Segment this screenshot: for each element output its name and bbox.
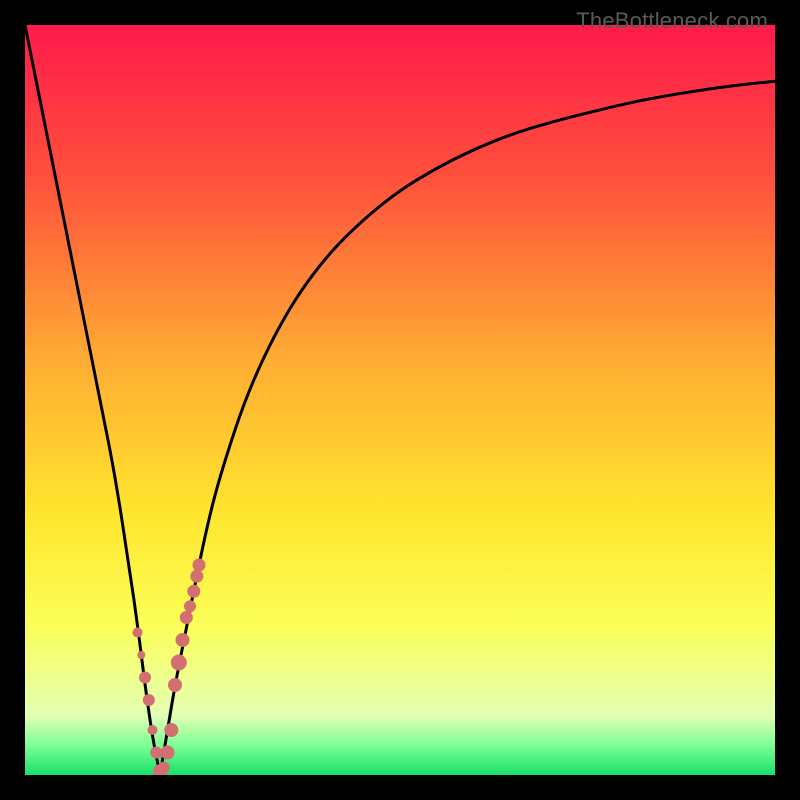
- marker-dot: [176, 633, 190, 647]
- marker-dot: [193, 559, 206, 572]
- marker-dot: [164, 723, 178, 737]
- plot-area: [25, 25, 775, 775]
- marker-dot: [184, 600, 196, 612]
- marker-dot: [187, 585, 200, 598]
- right-branch-curve: [160, 81, 775, 775]
- marker-dot: [148, 725, 158, 735]
- curves-svg: [25, 25, 775, 775]
- marker-dot: [158, 762, 170, 774]
- left-branch-curve: [25, 25, 160, 775]
- marker-dot: [137, 651, 145, 659]
- marker-dot: [190, 570, 203, 583]
- marker-dot: [161, 746, 175, 760]
- marker-dot: [133, 628, 143, 638]
- marker-dot: [143, 694, 155, 706]
- marker-dot: [180, 611, 193, 624]
- chart-frame: TheBottleneck.com: [0, 0, 800, 800]
- watermark-text: TheBottleneck.com: [576, 8, 768, 34]
- marker-dot: [171, 655, 187, 671]
- marker-dot: [168, 678, 182, 692]
- marker-dot: [139, 672, 151, 684]
